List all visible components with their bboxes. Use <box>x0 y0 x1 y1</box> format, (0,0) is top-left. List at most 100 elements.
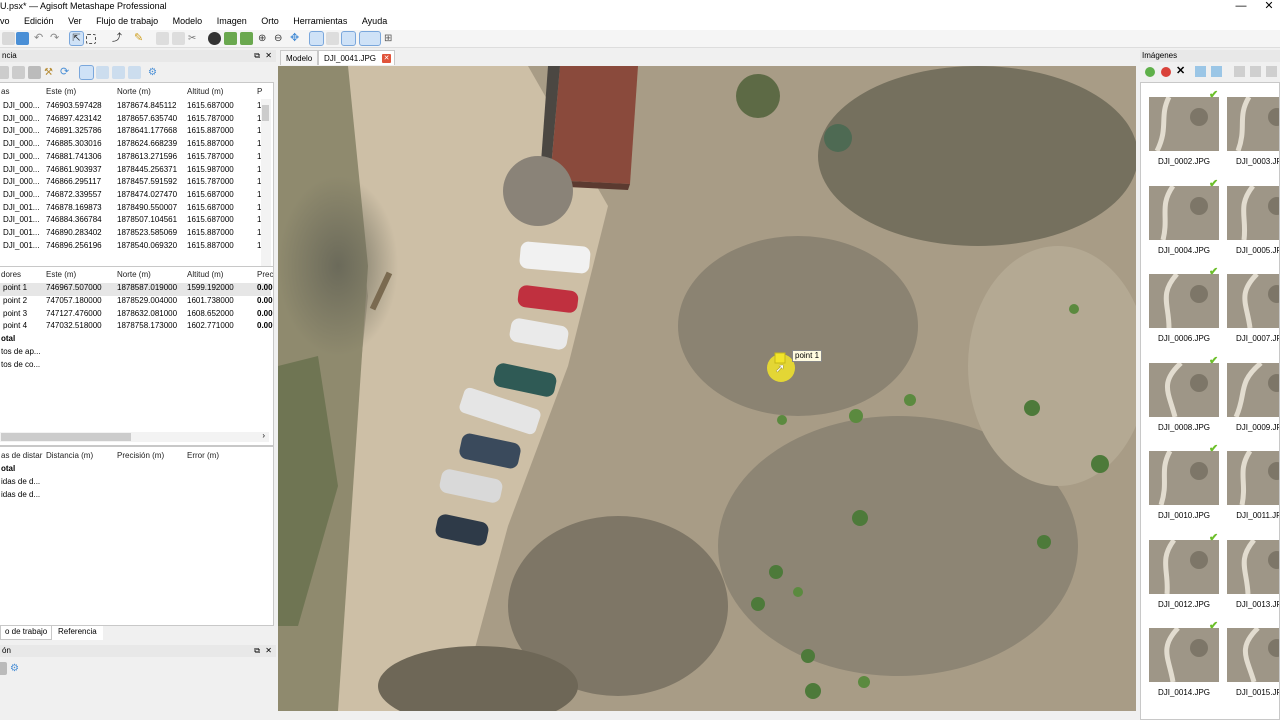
camera-row[interactable]: DJI_001... 746896.256196 1878540.069320 161… <box>0 241 261 254</box>
view-variance-icon[interactable] <box>128 66 141 79</box>
col-header[interactable]: as <box>1 87 9 96</box>
markers-icon[interactable] <box>341 31 356 46</box>
camera-row[interactable]: DJI_000... 746881.741306 1878613.271596 161… <box>0 152 261 165</box>
close-tab-icon[interactable]: ✕ <box>382 54 392 63</box>
camera-row[interactable]: DJI_000... 746903.597428 1878674.845112 161… <box>0 101 261 114</box>
image-thumbnail[interactable] <box>1227 185 1279 240</box>
col-header[interactable]: Altitud (m) <box>187 270 223 279</box>
rect-select-icon[interactable] <box>86 34 96 44</box>
float-icon[interactable]: ⧉ <box>254 50 260 62</box>
close-window-button[interactable]: ✕ <box>1254 0 1280 13</box>
camera-row[interactable]: DJI_001... 746884.366784 1878507.104561 161… <box>0 215 261 228</box>
details-icon[interactable] <box>1250 66 1261 77</box>
update-icon[interactable]: ⟳ <box>60 66 73 79</box>
convert-icon[interactable] <box>28 66 41 79</box>
marker-tool-icon[interactable]: ⤴ <box>112 32 125 45</box>
menu-ver[interactable]: Ver <box>62 14 88 26</box>
col-header[interactable]: as de distar <box>1 451 42 460</box>
image-thumbnail[interactable] <box>1227 539 1279 594</box>
rotate-left-icon[interactable] <box>1195 66 1206 77</box>
close-icon[interactable]: ✕ <box>265 645 272 657</box>
texture-icon[interactable] <box>326 32 339 45</box>
settings-icon[interactable]: ⚙ <box>148 66 161 79</box>
camera-row[interactable]: DJI_000... 746897.423142 1878657.635740 161… <box>0 114 261 127</box>
marker-row[interactable]: point 3 747127.476000 1878632.081000 1608.6… <box>0 309 273 322</box>
col-header[interactable]: Este (m) <box>46 270 76 279</box>
camera-row[interactable]: DJI_000... 746885.303016 1878624.668239 161… <box>0 139 261 152</box>
view-source-icon[interactable] <box>79 65 94 80</box>
tab-workflow[interactable]: o de trabajo <box>0 626 53 640</box>
menu-archivo[interactable]: vo <box>0 14 16 26</box>
image-thumbnail[interactable] <box>1227 451 1279 505</box>
disable-icon[interactable] <box>1161 67 1171 77</box>
camera-row[interactable]: DJI_000... 746891.325786 1878641.177668 161… <box>0 126 261 139</box>
col-header[interactable]: Altitud (m) <box>187 87 223 96</box>
redo-icon[interactable]: ↷ <box>50 32 63 45</box>
float-icon[interactable]: ⧉ <box>254 645 260 657</box>
image-thumbnail[interactable] <box>1149 185 1219 240</box>
grid-icon[interactable]: ⊞ <box>384 32 397 45</box>
zoom-in-icon[interactable]: ⊕ <box>258 32 271 45</box>
image-thumbnail[interactable] <box>1227 97 1279 151</box>
menu-modelo[interactable]: Modelo <box>167 14 209 26</box>
select-icon[interactable]: ⇱ <box>69 31 84 46</box>
col-header[interactable]: Prec <box>257 270 273 279</box>
save-icon[interactable] <box>16 32 29 45</box>
menu-herramientas[interactable]: Herramientas <box>287 14 353 26</box>
tab-photo[interactable]: DJI_0041.JPG ✕ <box>318 50 396 65</box>
col-header[interactable]: Distancia (m) <box>46 451 93 460</box>
camera-row[interactable]: DJI_001... 746890.283402 1878523.585069 161… <box>0 228 261 241</box>
col-header[interactable]: Norte (m) <box>117 87 151 96</box>
cameras-vscroll[interactable] <box>261 99 271 289</box>
camera-row[interactable]: DJI_001... 746878.169873 1878490.550007 161… <box>0 203 261 216</box>
zoom-out-icon[interactable]: ⊖ <box>274 32 287 45</box>
tab-reference[interactable]: Referencia <box>52 626 103 640</box>
list-icon[interactable] <box>1266 66 1277 77</box>
move-icon[interactable]: ✥ <box>290 32 303 45</box>
col-header[interactable]: P <box>257 87 262 96</box>
marker-label[interactable]: point 1 <box>792 350 823 362</box>
camera-row[interactable]: DJI_000... 746866.295117 1878457.591592 161… <box>0 177 261 190</box>
menu-flujo[interactable]: Flujo de trabajo <box>90 14 164 26</box>
console-icon[interactable] <box>0 662 7 675</box>
crop-icon[interactable] <box>156 32 169 45</box>
col-header[interactable]: dores <box>1 270 21 279</box>
image-thumbnail[interactable] <box>1227 628 1279 682</box>
col-header[interactable]: Este (m) <box>46 87 76 96</box>
mask-add-icon[interactable] <box>240 32 253 45</box>
menu-edicion[interactable]: Edición <box>18 14 60 26</box>
image-thumbnail[interactable] <box>1149 274 1219 328</box>
menu-imagen[interactable]: Imagen <box>211 14 253 26</box>
mask-icon[interactable] <box>224 32 237 45</box>
settings-icon[interactable]: ⚙ <box>10 662 23 675</box>
image-thumbnail[interactable] <box>1227 274 1279 328</box>
markers-hscroll[interactable]: › <box>0 431 269 442</box>
thumbnails-icon[interactable] <box>1234 66 1245 77</box>
optimize-icon[interactable]: ⚒ <box>44 66 57 79</box>
view-icon[interactable] <box>309 31 324 46</box>
export-icon[interactable] <box>12 66 25 79</box>
image-thumbnail[interactable] <box>1149 539 1219 594</box>
col-header[interactable]: Norte (m) <box>117 270 151 279</box>
col-header[interactable]: Precisión (m) <box>117 451 164 460</box>
menu-ayuda[interactable]: Ayuda <box>356 14 393 26</box>
flag-icon[interactable] <box>359 31 381 46</box>
col-header[interactable]: Error (m) <box>187 451 219 460</box>
image-thumbnail[interactable] <box>1149 97 1219 151</box>
minimize-button[interactable]: — <box>1226 0 1256 13</box>
marker-row[interactable]: point 1 746967.507000 1878587.019000 1599.1… <box>0 283 273 296</box>
image-thumbnail[interactable] <box>1149 362 1219 417</box>
rotate-right-icon[interactable] <box>1211 66 1222 77</box>
camera-row[interactable]: DJI_000... 746861.903937 1878445.256371 161… <box>0 165 261 178</box>
marker-row[interactable]: point 2 747057.180000 1878529.004000 1601.7… <box>0 296 273 309</box>
color-icon[interactable] <box>208 32 221 45</box>
import-icon[interactable] <box>0 66 9 79</box>
close-icon[interactable]: ✕ <box>265 50 272 62</box>
enable-icon[interactable] <box>1145 67 1155 77</box>
ruler-icon[interactable]: ✎ <box>134 32 147 45</box>
image-thumbnail[interactable] <box>1149 451 1219 505</box>
marker-row[interactable]: point 4 747032.518000 1878758.173000 1602.7… <box>0 321 273 334</box>
rotate-icon[interactable] <box>172 32 185 45</box>
view-estimated-icon[interactable] <box>96 66 109 79</box>
camera-row[interactable]: DJI_000... 746872.339557 1878474.027470 161… <box>0 190 261 203</box>
